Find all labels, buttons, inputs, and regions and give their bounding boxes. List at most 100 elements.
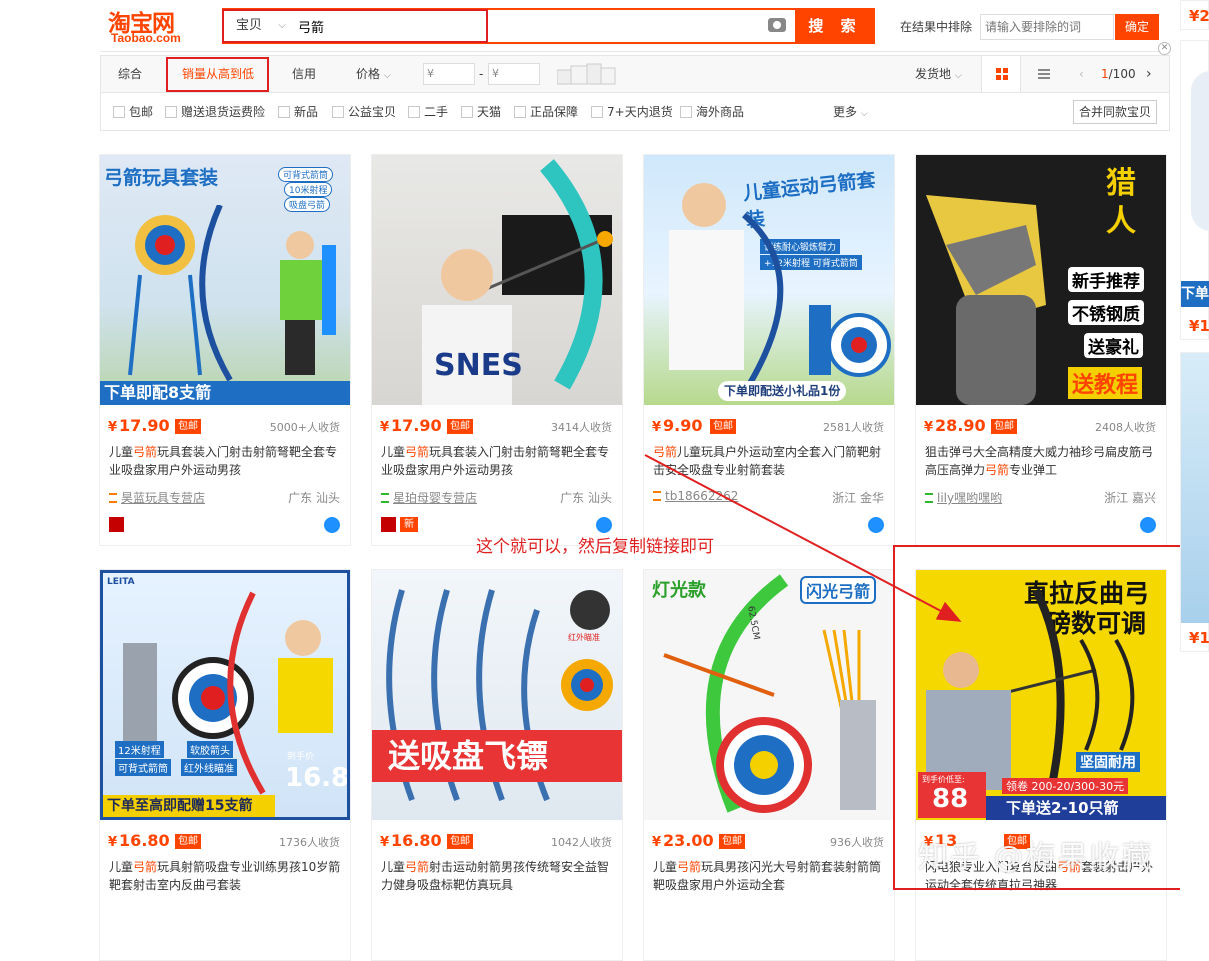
product-image[interactable]: SNES xyxy=(372,155,622,405)
right-ad-column: ¥2 下单 ¥1 ¥1 xyxy=(1180,0,1209,902)
filter-authentic[interactable]: 正品保障 xyxy=(514,104,578,120)
filter-tmall[interactable]: 天猫 xyxy=(461,104,501,120)
product-image[interactable]: LEITA 12米射程 软胶箭头 可背式箭筒 红外线瞄准 到手价 16.8 下单… xyxy=(100,570,350,820)
image-tag: 红外线瞄准 xyxy=(181,759,237,776)
pagination: 1/100 xyxy=(1101,56,1136,92)
product-price: ¥16.80 xyxy=(108,831,170,850)
product-title[interactable]: 狙击弹弓大全高精度大威力袖珍弓扁皮筋弓高压高弹力弓箭专业弹工 xyxy=(925,443,1159,479)
product-photo xyxy=(386,589,613,802)
product-image[interactable]: 猎人 新手推荐 不锈钢质 送豪礼 送教程 xyxy=(916,155,1166,405)
shop-name: 昊蓝玩具专营店 xyxy=(121,491,206,505)
wangwang-chat-icon[interactable] xyxy=(1140,517,1156,533)
product-photo xyxy=(128,205,336,382)
chevron-down-icon: ⌵ xyxy=(954,71,962,81)
ad-card[interactable]: 下单 ¥1 xyxy=(1180,40,1209,340)
ad-image xyxy=(1191,71,1209,231)
shop-link[interactable]: 星珀母婴专营店 xyxy=(381,489,477,506)
shop-link[interactable]: tb18662262 xyxy=(653,489,738,503)
product-card[interactable]: SNES ¥17.90 包邮 3414人收货 儿童弓箭玩具套装入门射击射箭弩靶全… xyxy=(371,154,623,546)
tmall-icon xyxy=(381,517,396,532)
grid-view-button[interactable] xyxy=(981,56,1021,92)
sort-credit[interactable]: 信用 xyxy=(292,56,316,92)
filter-label: 二手 xyxy=(424,105,449,119)
product-title[interactable]: 儿童弓箭玩具套装入门射击射箭弩靶全套专业吸盘家用户外运动男孩 xyxy=(109,443,343,479)
filter-bar: 包邮 赠送退货运费险 新品 公益宝贝 二手 天猫 正品保障 7+天内退货 海外商… xyxy=(100,93,1170,131)
sort-price[interactable]: 价格 ⌵ xyxy=(356,56,391,92)
price-range-icon[interactable] xyxy=(557,62,617,86)
wangwang-chat-icon[interactable] xyxy=(868,517,884,533)
exclude-confirm-button[interactable]: 确定 xyxy=(1115,14,1159,40)
checkbox-icon xyxy=(165,106,177,118)
price-max-input[interactable]: ¥ xyxy=(488,63,540,85)
price-value: 28.90 xyxy=(935,416,986,435)
product-card[interactable]: LEITA 12米射程 软胶箭头 可背式箭筒 红外线瞄准 到手价 16.8 下单… xyxy=(99,569,351,961)
ship-location: 广东 汕头 xyxy=(288,491,340,505)
shop-icon xyxy=(109,493,117,503)
price-value: 16.80 xyxy=(391,831,442,850)
product-image[interactable]: 弓箭玩具套装 可背式箭筒 10米射程 吸盘弓箭 下单即配8支箭 xyxy=(100,155,350,405)
close-icon[interactable]: ✕ xyxy=(1158,42,1171,55)
title-text: 儿童 xyxy=(109,860,134,874)
image-headline: 弓箭玩具套装 xyxy=(104,167,219,189)
filter-free-shipping[interactable]: 包邮 xyxy=(113,104,153,120)
wangwang-chat-icon[interactable] xyxy=(324,517,340,533)
ad-card-top[interactable]: ¥2 xyxy=(1180,0,1209,30)
shop-link[interactable]: lily嘿哟嘿哟 xyxy=(925,489,1002,506)
shop-icon xyxy=(381,493,389,503)
ship-location: 广东 汕头 xyxy=(560,491,612,505)
filter-charity[interactable]: 公益宝贝 xyxy=(332,104,396,120)
filter-more[interactable]: 更多 ⌵ xyxy=(833,104,868,120)
filter-overseas[interactable]: 海外商品 xyxy=(680,104,744,120)
product-title[interactable]: 儿童弓箭玩具男孩闪光大号射箭套装射箭筒靶吸盘家用户外运动全套 xyxy=(653,858,887,894)
exclude-section: 在结果中排除 确定 xyxy=(900,14,1170,40)
camera-icon[interactable] xyxy=(768,18,786,32)
filter-label: 天猫 xyxy=(477,105,502,119)
product-image[interactable]: 灯光款 闪光弓箭 62.5CM xyxy=(644,570,894,820)
search-button[interactable]: 搜 索 xyxy=(795,8,875,44)
current-page: 1 xyxy=(1101,67,1109,81)
product-title[interactable]: 儿童弓箭射击运动射箭男孩传统弩安全益智力健身吸盘标靶仿真玩具 xyxy=(381,858,615,894)
ad-banner: 下单 xyxy=(1181,281,1209,307)
product-price: ¥16.80 xyxy=(380,831,442,850)
filter-7day-return[interactable]: 7+天内退货 xyxy=(591,104,673,120)
wangwang-chat-icon[interactable] xyxy=(596,517,612,533)
free-shipping-badge: 包邮 xyxy=(447,419,473,434)
price-min-input[interactable]: ¥ xyxy=(423,63,475,85)
price-value: 23.00 xyxy=(663,831,714,850)
image-tag: 送豪礼 xyxy=(1084,333,1143,358)
ad-card[interactable]: ¥1 xyxy=(1180,352,1209,652)
filter-label: 正品保障 xyxy=(530,105,579,119)
ship-from-dropdown[interactable]: 发货地 ⌵ xyxy=(915,56,962,92)
title-text: 专业弹工 xyxy=(1009,463,1058,477)
ad-image xyxy=(1181,353,1209,623)
shop-link[interactable]: 昊蓝玩具专营店 xyxy=(109,489,205,506)
page-total: /100 xyxy=(1108,67,1136,81)
filter-new[interactable]: 新品 xyxy=(278,104,318,120)
product-card[interactable]: 红外瞄准 送吸盘飞镖 ¥16.80 包邮 1042人收货 儿童弓箭射击运动射箭男… xyxy=(371,569,623,961)
product-card[interactable]: 猎人 新手推荐 不锈钢质 送豪礼 送教程 ¥28.90 包邮 2408人收货 狙… xyxy=(915,154,1167,546)
product-price: ¥9.90 xyxy=(652,416,703,435)
checkbox-icon xyxy=(514,106,526,118)
product-card[interactable]: 弓箭玩具套装 可背式箭筒 10米射程 吸盘弓箭 下单即配8支箭 ¥17.90 包… xyxy=(99,154,351,546)
merge-same-button[interactable]: 合并同款宝贝 xyxy=(1073,100,1157,124)
product-image[interactable]: 红外瞄准 送吸盘飞镖 xyxy=(372,570,622,820)
next-page-icon[interactable]: › xyxy=(1146,56,1152,92)
filter-return-insurance[interactable]: 赠送退货运费险 xyxy=(165,104,265,120)
product-card[interactable]: 灯光款 闪光弓箭 62.5CM ¥23.00 包邮 936人收货 儿童弓箭玩具男… xyxy=(643,569,895,961)
image-tag: 可背式箭筒 xyxy=(115,759,171,776)
price-value: 17.90 xyxy=(391,416,442,435)
product-card[interactable]: 儿童运动弓箭套装 训练耐心锻炼臂力 +12米射程 可背式箭筒 下单即配送小礼品1… xyxy=(643,154,895,546)
exclude-input[interactable] xyxy=(980,14,1114,40)
product-title[interactable]: 弓箭儿童玩具户外运动室内全套入门箭靶射击安全吸盘专业射箭套装 xyxy=(653,443,887,479)
product-title[interactable]: 儿童弓箭玩具套装入门射击射箭弩靶全套专业吸盘家用户外运动男孩 xyxy=(381,443,615,479)
filter-secondhand[interactable]: 二手 xyxy=(408,104,448,120)
prev-page-icon[interactable]: ‹ xyxy=(1079,56,1084,92)
title-keyword: 弓箭 xyxy=(653,445,678,459)
product-title[interactable]: 儿童弓箭玩具射箭吸盘专业训练男孩10岁箭靶套射击室内反曲弓套装 xyxy=(109,858,343,894)
tmall-icon xyxy=(109,517,124,532)
product-price: ¥17.90 xyxy=(108,416,170,435)
sort-default[interactable]: 综合 xyxy=(118,56,142,92)
product-image[interactable]: 儿童运动弓箭套装 训练耐心锻炼臂力 +12米射程 可背式箭筒 下单即配送小礼品1… xyxy=(644,155,894,405)
list-view-icon[interactable] xyxy=(1038,68,1050,80)
taobao-logo[interactable]: 淘宝网 Taobao.com xyxy=(100,2,212,48)
